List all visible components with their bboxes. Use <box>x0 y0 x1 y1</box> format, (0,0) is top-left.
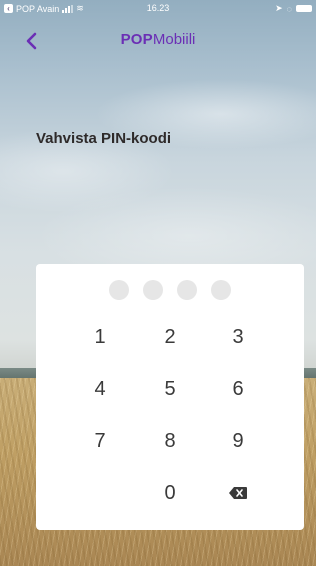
battery-icon <box>296 5 312 12</box>
key-6[interactable]: 6 <box>208 372 268 406</box>
pin-dots <box>36 280 304 302</box>
backspace-icon <box>229 487 247 499</box>
key-7[interactable]: 7 <box>70 424 130 458</box>
key-3[interactable]: 3 <box>208 320 268 354</box>
page-title: Vahvista PIN-koodi <box>36 130 172 147</box>
key-1[interactable]: 1 <box>70 320 130 354</box>
pin-dot <box>177 280 197 300</box>
pin-dot <box>109 280 129 300</box>
brand-regular: Mobiili <box>152 31 196 48</box>
status-right: ➤ ◌ <box>275 3 312 14</box>
key-2[interactable]: 2 <box>140 320 200 354</box>
key-8[interactable]: 8 <box>140 424 200 458</box>
key-0[interactable]: 0 <box>140 476 200 510</box>
pin-dot <box>143 280 163 300</box>
status-time: 16.23 <box>146 3 170 13</box>
brand-bold: POP <box>120 31 153 48</box>
location-icon: ➤ <box>275 3 283 13</box>
backspace-button[interactable] <box>208 476 268 510</box>
key-5[interactable]: 5 <box>140 372 200 406</box>
status-bar: ‹ POP Avain ≋ 16.23 ➤ ◌ <box>0 0 316 18</box>
alarm-icon: ◌ <box>286 3 292 14</box>
key-4[interactable]: 4 <box>70 372 130 406</box>
key-9[interactable]: 9 <box>208 424 268 458</box>
pin-pad-card: 1 2 3 4 5 6 7 8 9 0 <box>36 264 304 530</box>
nav-bar: POPMobiili <box>0 26 316 54</box>
brand-logo: POPMobiili <box>0 31 316 48</box>
pin-dot <box>211 280 231 300</box>
